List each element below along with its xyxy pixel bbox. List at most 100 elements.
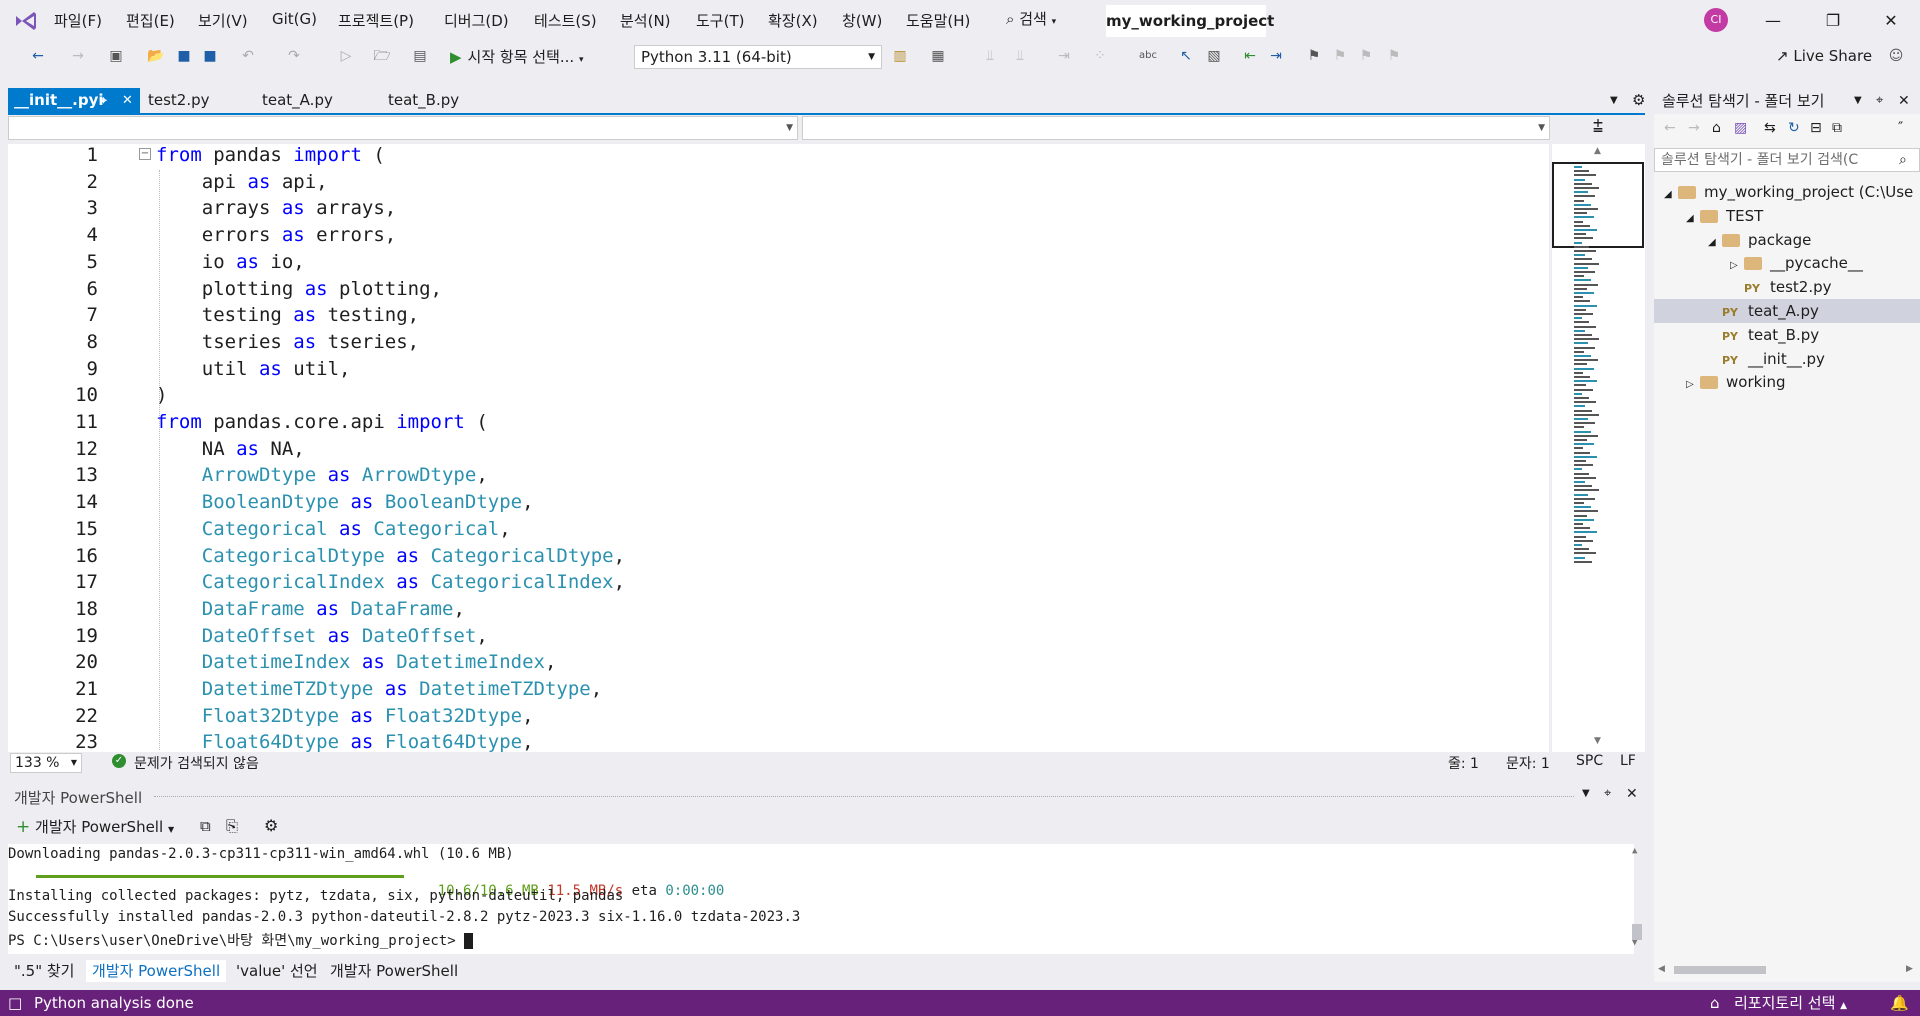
browse-folder-icon[interactable]: 🗁 bbox=[372, 46, 392, 66]
copy-icon[interactable]: ⧉ bbox=[200, 817, 211, 835]
forward-icon[interactable]: → bbox=[68, 46, 88, 66]
tab-value-declaration[interactable]: 'value' 선언 bbox=[230, 960, 324, 982]
menu-item[interactable]: 테스트(S) bbox=[534, 10, 597, 31]
menu-item[interactable]: 디버그(D) bbox=[444, 10, 509, 31]
bookmark-icon[interactable]: ⚑ bbox=[1304, 46, 1324, 66]
member-dropdown[interactable]: ▼ bbox=[802, 116, 1550, 140]
horizontal-scrollbar[interactable]: ◀ ▶ bbox=[1654, 962, 1920, 978]
collapse-all-icon[interactable]: ⊟ bbox=[1810, 120, 1822, 136]
gear-icon[interactable]: ⚙ bbox=[264, 816, 278, 835]
feedback-icon[interactable]: ☺ bbox=[1886, 46, 1906, 66]
layout-icon[interactable]: ▦ bbox=[928, 46, 948, 66]
terminal-scrollbar-thumb[interactable] bbox=[1632, 924, 1642, 940]
panel-menu-icon[interactable]: ▼ bbox=[1854, 88, 1862, 114]
menu-item[interactable]: 도구(T) bbox=[696, 10, 744, 31]
zoom-select[interactable]: 133 % ▼ bbox=[10, 753, 82, 773]
indent-icon[interactable]: ⇤ bbox=[1240, 46, 1260, 66]
collapse-icon[interactable]: − bbox=[139, 148, 151, 160]
issues-status[interactable]: 문제가 검색되지 않음 bbox=[134, 753, 259, 773]
eol-indicator[interactable]: LF bbox=[1620, 753, 1636, 769]
minimap[interactable]: ▲ ▼ bbox=[1552, 144, 1645, 752]
tab-list-dropdown-icon[interactable]: ▼ bbox=[1604, 88, 1620, 113]
notification-bell-icon[interactable]: 🔔 bbox=[1890, 990, 1909, 1016]
start-button[interactable]: ▶ 시작 항목 선택... ▾ bbox=[450, 46, 584, 67]
new-terminal-button[interactable]: + 개발자 PowerShell ▼ bbox=[16, 816, 174, 837]
menu-item[interactable]: Git(G) bbox=[272, 10, 317, 28]
restore-button[interactable]: ❐ bbox=[1818, 8, 1848, 34]
menu-item[interactable]: 프로젝트(P) bbox=[338, 10, 414, 31]
close-icon[interactable]: ✕ bbox=[1898, 88, 1910, 114]
menu-item[interactable]: 도움말(H) bbox=[906, 10, 970, 31]
bookmark-prev-icon[interactable]: ⚑ bbox=[1330, 46, 1350, 66]
format-icon[interactable]: ⁘ bbox=[1090, 46, 1110, 66]
repository-select[interactable]: 리포지토리 선택 ▲ bbox=[1734, 990, 1847, 1016]
more-icon[interactable]: ″ bbox=[1898, 120, 1903, 136]
tree-item[interactable]: PY test2.py bbox=[1654, 275, 1920, 299]
minimap-viewport[interactable] bbox=[1552, 162, 1644, 248]
export-icon[interactable]: ⇥ bbox=[1054, 46, 1074, 66]
bookmark-clear-icon[interactable]: ⚑ bbox=[1384, 46, 1404, 66]
distribute-icon[interactable]: ⫫ bbox=[1010, 46, 1030, 66]
collapsed-arrow-icon[interactable]: ▷ bbox=[1686, 373, 1700, 397]
column-indicator[interactable]: 문자: 1 bbox=[1506, 753, 1550, 773]
scroll-down-icon[interactable]: ▼ bbox=[1594, 736, 1601, 746]
tab-test2[interactable]: test2.py bbox=[142, 88, 242, 113]
tree-item[interactable]: PY teat_B.py bbox=[1654, 323, 1920, 347]
avatar[interactable]: CI bbox=[1704, 8, 1728, 32]
split-editor-icon[interactable]: ⩲ bbox=[1586, 116, 1610, 140]
tree-item[interactable]: ◢ package bbox=[1654, 228, 1920, 252]
solution-icon[interactable]: ▤ bbox=[410, 46, 430, 66]
tab-developer-powershell[interactable]: 개발자 PowerShell bbox=[86, 960, 227, 982]
scroll-up-icon[interactable]: ▲ bbox=[1632, 846, 1637, 856]
outdent-icon[interactable]: ⇥ bbox=[1266, 46, 1286, 66]
home-icon[interactable]: ⌂ bbox=[1712, 120, 1721, 136]
pin-icon[interactable]: ⌖ bbox=[1604, 786, 1611, 801]
save-icon[interactable]: ■ bbox=[174, 46, 194, 66]
refresh-icon[interactable]: ↻ bbox=[1788, 120, 1800, 136]
open-folder-icon[interactable]: 📂 bbox=[146, 46, 166, 66]
python-environment-select[interactable]: Python 3.11 (64-bit) ▼ bbox=[634, 45, 882, 69]
tree-item[interactable]: ◢ TEST bbox=[1654, 204, 1920, 228]
back-icon[interactable]: ← bbox=[1664, 120, 1676, 136]
forward-icon[interactable]: → bbox=[1688, 120, 1700, 136]
paste-icon[interactable]: ⎘ bbox=[226, 817, 238, 835]
tree-item[interactable]: ▷ working bbox=[1654, 370, 1920, 394]
new-project-icon[interactable]: ▣ bbox=[106, 46, 126, 66]
scope-dropdown[interactable]: ▼ bbox=[8, 116, 798, 140]
menu-item[interactable]: 확장(X) bbox=[768, 10, 818, 31]
switch-view-icon[interactable]: ▨ bbox=[1734, 120, 1747, 136]
live-share-button[interactable]: ↗ Live Share bbox=[1776, 47, 1872, 65]
document-outline-icon[interactable]: ▧ bbox=[1204, 46, 1224, 66]
save-all-icon[interactable]: ■ bbox=[200, 46, 220, 66]
redo-icon[interactable]: ↷ bbox=[284, 46, 304, 66]
step-icon[interactable]: ▷ bbox=[336, 46, 356, 66]
tab-find-results[interactable]: ".5" 찾기 bbox=[8, 960, 80, 982]
menu-item[interactable]: 파일(F) bbox=[54, 10, 102, 31]
gear-icon[interactable]: ⚙ bbox=[1626, 88, 1645, 113]
sync-icon[interactable]: ⇆ bbox=[1764, 120, 1776, 136]
tree-item[interactable]: ▷ __pycache__ bbox=[1654, 251, 1920, 275]
minimize-button[interactable]: — bbox=[1758, 8, 1788, 34]
show-all-files-icon[interactable]: ⧉ bbox=[1832, 120, 1842, 136]
bookmark-next-icon[interactable]: ⚑ bbox=[1356, 46, 1376, 66]
scroll-left-icon[interactable]: ◀ bbox=[1658, 964, 1665, 974]
solution-search-input[interactable]: 솔루션 탐색기 - 폴더 보기 검색(C ⌕ bbox=[1654, 148, 1920, 172]
spell-check-icon[interactable]: abc bbox=[1138, 46, 1158, 66]
close-icon[interactable]: ✕ bbox=[122, 88, 133, 113]
menu-item[interactable]: 보기(V) bbox=[198, 10, 248, 31]
code-editor[interactable]: 1 2 3 4 5 6 7 8 9 10 11 12 13 14 15 16 17 18 19 20 21 22 23 − … bbox=[8, 144, 1549, 752]
search-button[interactable]: ⌕ 검색 ▾ bbox=[1006, 8, 1056, 29]
tree-item[interactable]: ◢ my_working_project (C:\Use bbox=[1654, 180, 1920, 204]
line-indicator[interactable]: 줄: 1 bbox=[1448, 753, 1479, 773]
toolbox-icon[interactable]: ▥ bbox=[890, 46, 910, 66]
terminal-output[interactable]: Downloading pandas-2.0.3-cp311-cp311-win… bbox=[8, 844, 1637, 954]
tab-init-pyi[interactable]: __init__.pyi ⌖ ✕ bbox=[8, 88, 140, 113]
tab-teat-a[interactable]: teat_A.py bbox=[256, 88, 366, 113]
pin-icon[interactable]: ⌖ bbox=[100, 88, 107, 113]
spacing-indicator[interactable]: SPC bbox=[1576, 753, 1603, 769]
back-icon[interactable]: ← bbox=[28, 46, 48, 66]
menu-item[interactable]: 분석(N) bbox=[620, 10, 671, 31]
pin-icon[interactable]: ⌖ bbox=[1876, 88, 1883, 114]
drag-handle[interactable] bbox=[154, 796, 1574, 798]
tab-teat-b[interactable]: teat_B.py bbox=[382, 88, 492, 113]
